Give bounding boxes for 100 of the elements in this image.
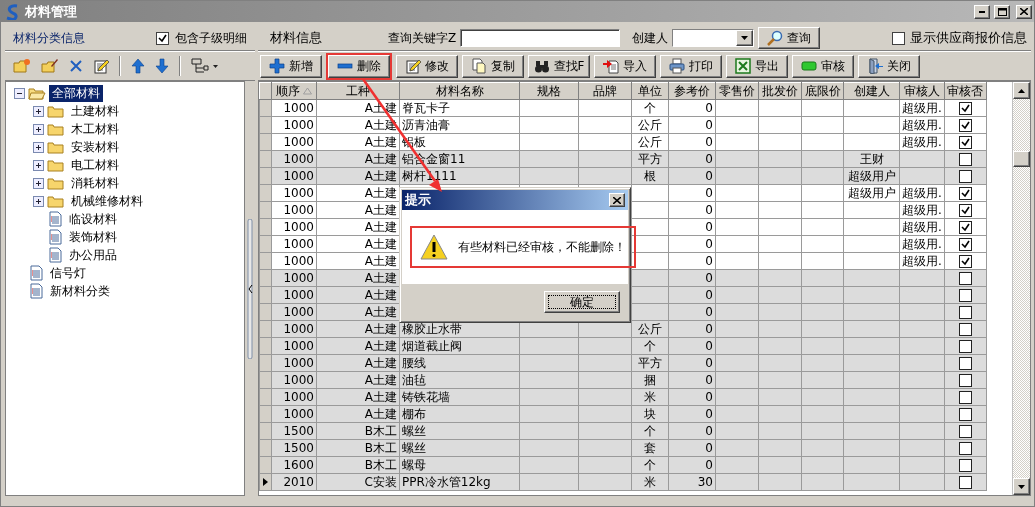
toolbar-button[interactable]: 导入 — [594, 54, 656, 78]
checkbox[interactable] — [958, 425, 972, 438]
toolbar-button[interactable]: 查找F — [528, 54, 590, 78]
close-button[interactable] — [1016, 4, 1032, 19]
maximize-icon — [997, 7, 1007, 16]
checkbox[interactable] — [958, 136, 972, 149]
toolbar-button[interactable]: 关闭 — [858, 54, 920, 78]
checkbox[interactable] — [958, 459, 972, 472]
checkbox[interactable] — [958, 408, 972, 421]
checkbox-label[interactable]: 包含子级明细 — [175, 29, 247, 47]
column-header[interactable]: 零售价 — [715, 82, 759, 100]
checkbox[interactable] — [958, 238, 972, 251]
folder-icon — [47, 158, 65, 172]
ok-button[interactable]: 确定 — [544, 291, 620, 313]
open-folder-icon — [28, 86, 46, 100]
scroll-down-button[interactable] — [1013, 478, 1030, 495]
checkbox[interactable] — [958, 476, 972, 489]
edit-icon — [405, 58, 421, 74]
warning-icon — [420, 234, 448, 260]
column-header[interactable]: 单位 — [631, 82, 669, 100]
checkbox[interactable] — [156, 31, 169, 45]
checkbox[interactable] — [958, 391, 972, 404]
checkbox[interactable] — [958, 102, 972, 115]
collapse-icon[interactable] — [14, 87, 25, 99]
spreadsheet-icon — [735, 58, 751, 74]
tree-item[interactable]: 木工材料 — [68, 120, 122, 138]
checkbox[interactable] — [958, 323, 972, 336]
column-header[interactable]: 参考价 — [668, 82, 716, 100]
checkbox[interactable] — [958, 170, 972, 183]
search-icon — [767, 30, 784, 46]
tree-item[interactable]: 安装材料 — [68, 138, 122, 156]
delete-icon[interactable] — [69, 59, 83, 73]
toolbar-button[interactable]: 删除 — [328, 54, 390, 78]
checkbox[interactable] — [958, 374, 972, 387]
checkbox[interactable] — [958, 272, 972, 285]
search-button[interactable]: 查询 — [758, 27, 821, 49]
expand-icon[interactable] — [33, 105, 44, 117]
tree-item[interactable]: 消耗材料 — [68, 174, 122, 192]
checkbox[interactable] — [958, 340, 972, 353]
tree-item[interactable]: 办公用品 — [66, 246, 120, 264]
column-header[interactable]: 工种 — [316, 82, 400, 100]
collapse-handle[interactable] — [247, 218, 253, 359]
expand-icon[interactable] — [33, 177, 44, 189]
checkbox[interactable] — [958, 204, 972, 217]
column-header[interactable]: 品牌 — [578, 82, 632, 100]
checkbox[interactable] — [958, 221, 972, 234]
column-header[interactable]: 批发价 — [758, 82, 802, 100]
dialog-title: 提示 — [405, 191, 431, 209]
toolbar-button[interactable]: 修改 — [396, 54, 458, 78]
tree-item[interactable]: 机械维修材料 — [68, 192, 146, 210]
toolbar-button[interactable]: 复制 — [462, 54, 524, 78]
checkbox[interactable] — [958, 442, 972, 455]
expand-icon[interactable] — [33, 195, 44, 207]
folder-edit-icon[interactable] — [41, 58, 59, 74]
panel-title: 材料信息 — [270, 29, 323, 47]
plus-icon — [269, 58, 285, 74]
caret-icon — [741, 36, 749, 40]
checkbox[interactable] — [958, 289, 972, 302]
tree-item[interactable]: 全部材料 — [49, 84, 103, 102]
expand-icon[interactable] — [33, 141, 44, 153]
binoculars-icon — [533, 58, 550, 74]
arrow-down-icon[interactable] — [155, 58, 169, 74]
scroll-up-button[interactable] — [1013, 82, 1030, 99]
column-header[interactable]: 创建人 — [843, 82, 900, 100]
close-button[interactable] — [609, 193, 625, 207]
checkbox[interactable] — [958, 187, 972, 200]
column-header[interactable]: 规格 — [519, 82, 579, 100]
creator-dropdown[interactable] — [672, 29, 755, 47]
expand-icon[interactable] — [33, 123, 44, 135]
checkbox[interactable] — [958, 119, 972, 132]
toolbar-button[interactable]: 审核 — [792, 54, 854, 78]
toolbar-button[interactable]: 导出 — [726, 54, 788, 78]
scroll-thumb[interactable] — [1013, 151, 1030, 167]
checkbox-label[interactable]: 显示供应商报价信息 — [910, 29, 1027, 47]
document-icon — [47, 229, 63, 245]
toolbar-button[interactable]: 打印 — [660, 54, 722, 78]
tree-item[interactable]: 临设材料 — [66, 210, 120, 228]
toolbar-button[interactable]: 新增 — [260, 54, 322, 78]
edit-icon[interactable] — [93, 58, 109, 74]
checkbox[interactable] — [958, 255, 972, 268]
tree-icon[interactable] — [191, 58, 219, 74]
tree-item[interactable]: 土建材料 — [68, 102, 122, 120]
column-header[interactable]: 审核人 — [899, 82, 945, 100]
column-header[interactable]: 材料名称 — [399, 82, 520, 100]
checkbox[interactable] — [892, 31, 905, 45]
tree-item[interactable]: 信号灯 — [47, 264, 89, 282]
arrow-up-icon[interactable] — [131, 58, 145, 74]
checkbox[interactable] — [958, 306, 972, 319]
tree-item[interactable]: 装饰材料 — [66, 228, 120, 246]
keyword-field[interactable] — [460, 29, 621, 47]
column-header[interactable]: 底限价 — [801, 82, 844, 100]
minimize-button[interactable] — [974, 4, 990, 19]
tree-item[interactable]: 新材料分类 — [47, 282, 113, 300]
pill-icon — [801, 58, 817, 74]
maximize-button[interactable] — [994, 4, 1010, 19]
column-header[interactable]: 审核否 — [944, 82, 987, 100]
checkbox[interactable] — [958, 153, 972, 166]
expand-icon[interactable] — [33, 159, 44, 171]
tree-item[interactable]: 电工材料 — [68, 156, 122, 174]
checkbox[interactable] — [958, 357, 972, 370]
